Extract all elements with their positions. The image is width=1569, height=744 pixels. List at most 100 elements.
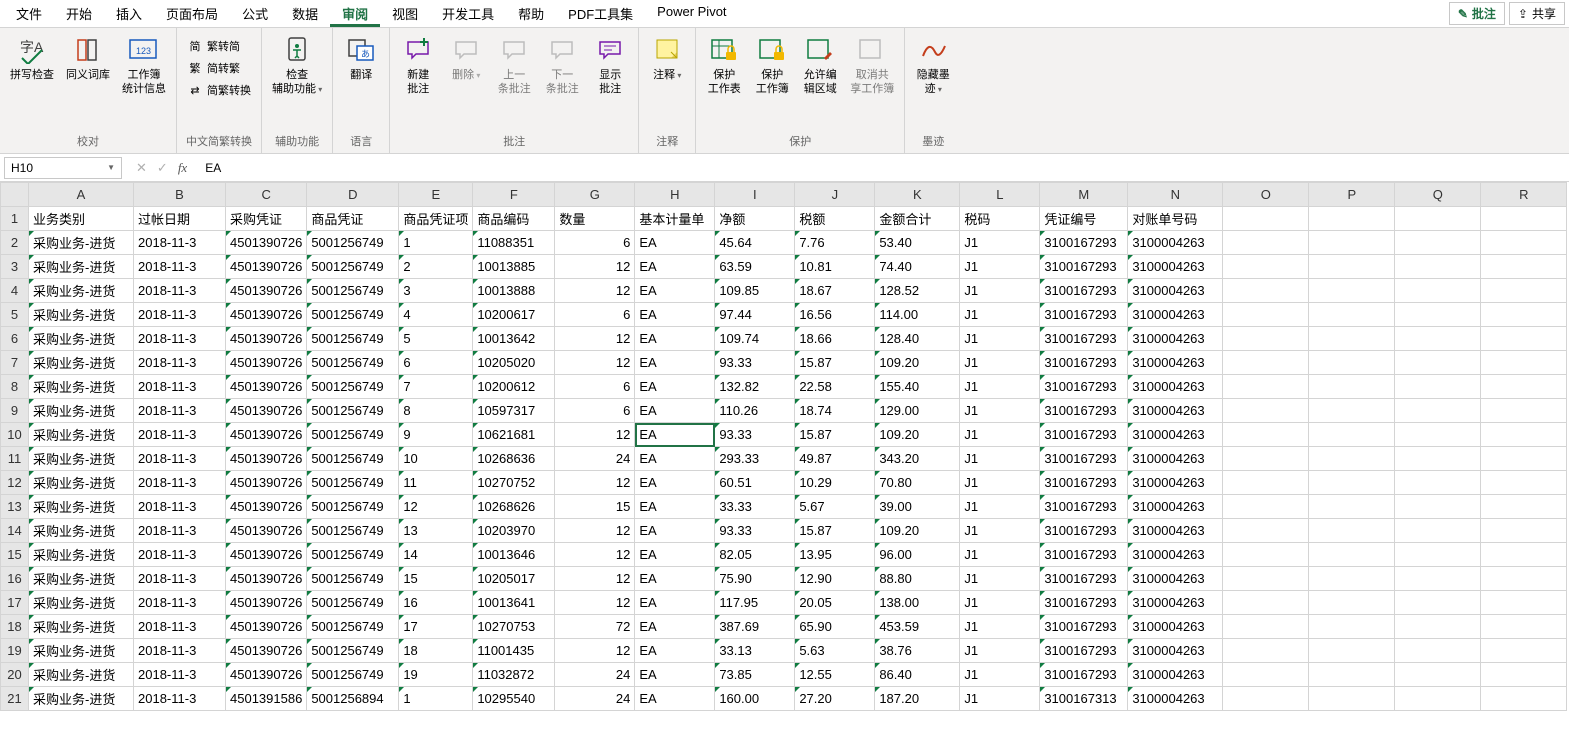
- col-header[interactable]: Q: [1395, 183, 1481, 207]
- new-comment-button[interactable]: 新建 批注: [396, 32, 440, 98]
- cell[interactable]: 采购业务-进货: [29, 639, 134, 663]
- cell[interactable]: [1309, 207, 1395, 231]
- cell[interactable]: 22.58: [795, 375, 875, 399]
- cell[interactable]: EA: [635, 423, 715, 447]
- cell[interactable]: J1: [960, 399, 1040, 423]
- cell[interactable]: 5001256749: [307, 615, 399, 639]
- cell[interactable]: 11088351: [473, 231, 555, 255]
- cell[interactable]: 5: [399, 327, 473, 351]
- menu-tab-3[interactable]: 页面布局: [154, 0, 230, 27]
- cell[interactable]: 3100004263: [1128, 351, 1223, 375]
- row-header[interactable]: 9: [1, 399, 29, 423]
- cell[interactable]: 129.00: [875, 399, 960, 423]
- cell[interactable]: 3100004263: [1128, 567, 1223, 591]
- row-header[interactable]: 3: [1, 255, 29, 279]
- cell[interactable]: 3100004263: [1128, 279, 1223, 303]
- cell[interactable]: [1309, 303, 1395, 327]
- cell[interactable]: 7: [399, 375, 473, 399]
- cell[interactable]: 3100167293: [1040, 303, 1128, 327]
- cell[interactable]: 2018-11-3: [134, 375, 226, 399]
- row-header[interactable]: 10: [1, 423, 29, 447]
- cell[interactable]: 53.40: [875, 231, 960, 255]
- cell[interactable]: 128.40: [875, 327, 960, 351]
- cell[interactable]: 2018-11-3: [134, 519, 226, 543]
- cell[interactable]: 12: [555, 423, 635, 447]
- cell[interactable]: 82.05: [715, 543, 795, 567]
- cell[interactable]: 5001256749: [307, 375, 399, 399]
- cell[interactable]: 75.90: [715, 567, 795, 591]
- cell[interactable]: 3100004263: [1128, 615, 1223, 639]
- cell[interactable]: 45.64: [715, 231, 795, 255]
- cell[interactable]: 5001256749: [307, 447, 399, 471]
- cell[interactable]: [1223, 303, 1309, 327]
- cell[interactable]: 4501390726: [226, 615, 307, 639]
- cell[interactable]: [1481, 615, 1567, 639]
- cell[interactable]: 114.00: [875, 303, 960, 327]
- cell[interactable]: [1481, 399, 1567, 423]
- col-header[interactable]: H: [635, 183, 715, 207]
- confirm-formula-button[interactable]: ✓: [157, 160, 168, 176]
- cell[interactable]: [1309, 615, 1395, 639]
- cell[interactable]: 12.55: [795, 663, 875, 687]
- cell[interactable]: 10268636: [473, 447, 555, 471]
- cell[interactable]: [1309, 591, 1395, 615]
- cell[interactable]: 4501390726: [226, 351, 307, 375]
- cell[interactable]: 10013642: [473, 327, 555, 351]
- cell[interactable]: J1: [960, 663, 1040, 687]
- cell[interactable]: 24: [555, 663, 635, 687]
- protect-workbook-button[interactable]: 保护 工作簿: [750, 32, 794, 98]
- cell[interactable]: 60.51: [715, 471, 795, 495]
- cell[interactable]: 5001256749: [307, 351, 399, 375]
- cell[interactable]: 10.81: [795, 255, 875, 279]
- cell[interactable]: 2018-11-3: [134, 399, 226, 423]
- cell[interactable]: 2018-11-3: [134, 423, 226, 447]
- menu-tab-7[interactable]: 视图: [380, 0, 430, 27]
- spreadsheet-grid[interactable]: ABCDEFGHIJKLMNOPQR1业务类别过帐日期采购凭证商品凭证商品凭证项…: [0, 182, 1569, 711]
- col-header[interactable]: E: [399, 183, 473, 207]
- cell[interactable]: 19: [399, 663, 473, 687]
- cell[interactable]: 4501390726: [226, 567, 307, 591]
- cell[interactable]: [1481, 279, 1567, 303]
- cell[interactable]: 业务类别: [29, 207, 134, 231]
- cell[interactable]: 10200617: [473, 303, 555, 327]
- cell[interactable]: [1481, 447, 1567, 471]
- cell[interactable]: 4501390726: [226, 423, 307, 447]
- cell[interactable]: 4501390726: [226, 591, 307, 615]
- select-all-corner[interactable]: [1, 183, 29, 207]
- cell[interactable]: [1223, 591, 1309, 615]
- cell[interactable]: 110.26: [715, 399, 795, 423]
- cell[interactable]: 10013646: [473, 543, 555, 567]
- cell[interactable]: 14: [399, 543, 473, 567]
- cell[interactable]: 117.95: [715, 591, 795, 615]
- col-header[interactable]: P: [1309, 183, 1395, 207]
- cell[interactable]: 采购业务-进货: [29, 303, 134, 327]
- cell[interactable]: 4501390726: [226, 255, 307, 279]
- cell[interactable]: 49.87: [795, 447, 875, 471]
- check-accessibility-button[interactable]: 检查 辅助功能: [268, 32, 326, 99]
- cell[interactable]: 4501390726: [226, 471, 307, 495]
- cell[interactable]: EA: [635, 471, 715, 495]
- comment-button[interactable]: ✎ 批注: [1449, 2, 1505, 25]
- cell[interactable]: EA: [635, 447, 715, 471]
- cell[interactable]: [1395, 303, 1481, 327]
- menu-tab-6[interactable]: 审阅: [330, 0, 380, 27]
- row-header[interactable]: 20: [1, 663, 29, 687]
- cell[interactable]: 4501390726: [226, 663, 307, 687]
- cell[interactable]: 4501390726: [226, 639, 307, 663]
- trad-to-simp-button[interactable]: 简繁转简: [183, 36, 255, 56]
- cell[interactable]: 3100004263: [1128, 543, 1223, 567]
- cell[interactable]: 3100167313: [1040, 687, 1128, 711]
- row-header[interactable]: 5: [1, 303, 29, 327]
- cell[interactable]: EA: [635, 615, 715, 639]
- row-header[interactable]: 14: [1, 519, 29, 543]
- cell[interactable]: EA: [635, 687, 715, 711]
- cell[interactable]: 10200612: [473, 375, 555, 399]
- menu-tab-11[interactable]: Power Pivot: [645, 0, 738, 27]
- cell[interactable]: 343.20: [875, 447, 960, 471]
- cell[interactable]: 5001256749: [307, 423, 399, 447]
- cell[interactable]: J1: [960, 471, 1040, 495]
- cell[interactable]: [1395, 567, 1481, 591]
- cell[interactable]: 13.95: [795, 543, 875, 567]
- cell[interactable]: 293.33: [715, 447, 795, 471]
- cell[interactable]: [1223, 495, 1309, 519]
